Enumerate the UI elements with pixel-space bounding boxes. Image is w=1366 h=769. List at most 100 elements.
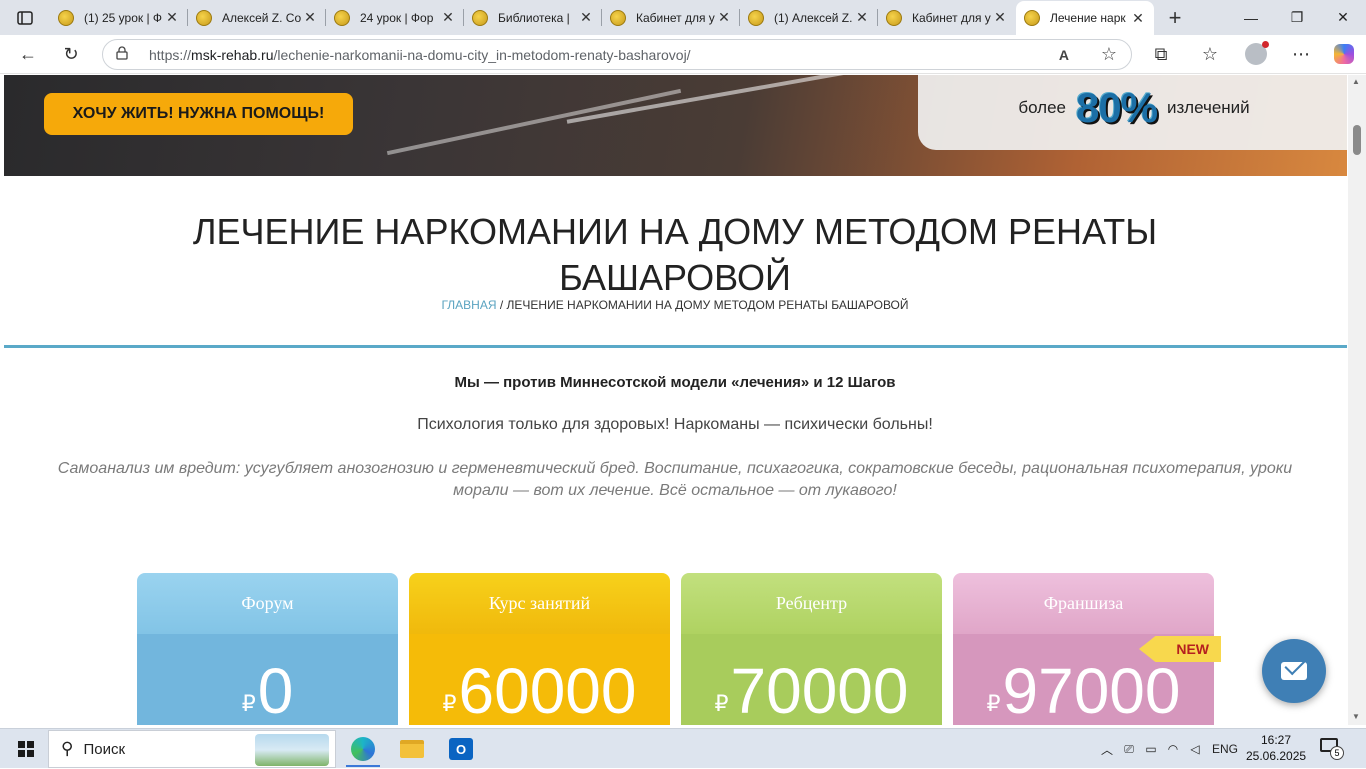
taskbar: ⚲ Поиск O ︿ ⎚ ▭ ◠ ◁ ENG 16:27 25.06.2025… (0, 728, 1366, 768)
breadcrumb-separator: / (496, 298, 507, 312)
price-value: 0 (257, 655, 294, 725)
pricing-card[interactable]: Форум ₽0 (137, 573, 398, 725)
tray-icons: ︿ ⎚ ▭ ◠ ◁ ENG (1096, 729, 1238, 769)
maximize-button[interactable]: ❐ (1274, 0, 1320, 35)
favorites-icon: ☆ (1201, 43, 1219, 64)
browser-tab[interactable]: Кабинет для у ✕ (878, 0, 1016, 35)
scrollbar-thumb[interactable] (1353, 125, 1361, 155)
browser-tab[interactable]: (1) Алексей Z. ✕ (740, 0, 878, 35)
back-button[interactable]: ← (10, 38, 46, 70)
mail-icon (1281, 662, 1307, 680)
more-button[interactable]: ⋯ (1283, 38, 1319, 70)
meet-now-icon[interactable]: ⎚ (1118, 742, 1140, 757)
page-scrollbar[interactable]: ▲ ▼ (1348, 75, 1366, 725)
new-tab-button[interactable]: + (1154, 0, 1196, 35)
clock[interactable]: 16:27 25.06.2025 (1246, 732, 1306, 764)
favorites-button[interactable]: ☆ (1192, 38, 1228, 70)
taskbar-outlook[interactable]: O (438, 731, 484, 767)
reload-button[interactable]: ↻ (53, 38, 89, 70)
tray-chevron-icon[interactable]: ︿ (1096, 741, 1118, 758)
pricing-card-price: ₽70000 (681, 656, 942, 725)
stat-value: 80% (1075, 83, 1158, 131)
pricing-card[interactable]: Курс занятий ₽60000 (409, 573, 670, 725)
price-value: 60000 (458, 655, 637, 725)
tab-actions-icon (17, 10, 33, 25)
currency-symbol: ₽ (442, 691, 457, 716)
battery-icon[interactable]: ▭ (1140, 742, 1162, 756)
more-icon: ⋯ (1292, 43, 1310, 64)
section-divider (4, 345, 1347, 348)
site-favicon-icon (58, 9, 74, 26)
file-explorer-icon (400, 740, 424, 758)
browser-tab[interactable]: Кабинет для у ✕ (602, 0, 740, 35)
price-value: 70000 (730, 655, 909, 725)
minimize-button[interactable]: — (1228, 0, 1274, 35)
hero-banner: ХОЧУ ЖИТЬ! НУЖНА ПОМОЩЬ! более 80% излеч… (4, 75, 1347, 176)
back-icon: ← (19, 43, 37, 64)
tab-title: Лечение нарк (1050, 11, 1126, 25)
extensions-button[interactable]: ⧉ (1143, 38, 1179, 70)
url-text[interactable]: https://msk-rehab.ru/lechenie-narkomanii… (149, 47, 691, 63)
tab-title: Кабинет для у (636, 10, 715, 25)
tab-close-icon[interactable]: ✕ (992, 9, 1008, 26)
scroll-up-icon[interactable]: ▲ (1352, 77, 1360, 86)
windows-logo-icon (18, 741, 34, 757)
search-placeholder: Поиск (83, 740, 126, 758)
tab-close-icon[interactable]: ✕ (578, 9, 594, 26)
window-close-button[interactable]: ✕ (1320, 0, 1366, 35)
start-button[interactable] (6, 729, 46, 769)
language-indicator[interactable]: ENG (1212, 742, 1238, 756)
notification-center-button[interactable]: 5 (1320, 738, 1344, 760)
copilot-icon (1334, 44, 1354, 64)
breadcrumb: ГЛАВНАЯ / ЛЕЧЕНИЕ НАРКОМАНИИ НА ДОМУ МЕТ… (100, 298, 1250, 312)
site-favicon-icon (472, 9, 488, 26)
tab-close-icon[interactable]: ✕ (440, 9, 456, 26)
help-cta-button[interactable]: ХОЧУ ЖИТЬ! НУЖНА ПОМОЩЬ! (44, 93, 353, 135)
wifi-icon[interactable]: ◠ (1162, 742, 1184, 756)
taskbar-search[interactable]: ⚲ Поиск (48, 730, 336, 768)
pricing-card-price: ₽97000 (953, 656, 1214, 725)
tab-close-icon[interactable]: ✕ (1130, 10, 1146, 27)
tab-title: 24 урок | Фор (360, 10, 434, 25)
tab-title: Кабинет для у (912, 10, 991, 25)
search-icon: ⚲ (61, 739, 74, 758)
pricing-card[interactable]: Ребцентр ₽70000 (681, 573, 942, 725)
clock-time: 16:27 (1260, 733, 1292, 747)
profile-button[interactable] (1238, 38, 1274, 70)
browser-toolbar: ← ↻ https://msk-rehab.ru/lechenie-narkom… (0, 35, 1366, 74)
tab-close-icon[interactable]: ✕ (716, 9, 732, 26)
intro-heading: Мы — против Миннесотской модели «лечения… (454, 374, 896, 391)
site-info-icon[interactable] (115, 46, 139, 63)
pricing-card-title: Ребцентр (681, 573, 942, 634)
address-bar[interactable]: https://msk-rehab.ru/lechenie-narkomanii… (102, 39, 1132, 70)
cure-rate-stat: более 80% излечений (918, 75, 1347, 150)
taskbar-edge[interactable] (340, 731, 386, 767)
browser-tab[interactable]: Библиотека | ✕ (464, 0, 602, 35)
breadcrumb-home-link[interactable]: ГЛАВНАЯ (441, 298, 496, 312)
scroll-down-icon[interactable]: ▼ (1352, 712, 1360, 721)
browser-tab[interactable]: 24 урок | Фор ✕ (326, 0, 464, 35)
volume-icon[interactable]: ◁ (1184, 742, 1206, 756)
contact-mail-button[interactable] (1262, 639, 1326, 703)
pricing-card-title: Курс занятий (409, 573, 670, 634)
tab-close-icon[interactable]: ✕ (854, 9, 870, 26)
taskbar-explorer[interactable] (389, 731, 435, 767)
browser-tab[interactable]: Алексей Z. Со ✕ (188, 0, 326, 35)
currency-symbol: ₽ (714, 691, 729, 716)
read-aloud-icon[interactable]: A (1059, 47, 1069, 63)
browser-tab[interactable]: Лечение нарк ✕ (1016, 1, 1154, 35)
copilot-button[interactable] (1326, 38, 1362, 70)
tab-close-icon[interactable]: ✕ (164, 9, 180, 26)
site-favicon-icon (1024, 10, 1040, 26)
breadcrumb-current: ЛЕЧЕНИЕ НАРКОМАНИИ НА ДОМУ МЕТОДОМ РЕНАТ… (506, 298, 909, 312)
extensions-icon: ⧉ (1154, 43, 1168, 64)
avatar (1245, 41, 1269, 65)
tab-actions-button[interactable] (0, 0, 50, 35)
favorite-star-icon[interactable]: ☆ (1101, 44, 1117, 65)
tab-title: Алексей Z. Со (222, 10, 302, 25)
clock-date: 25.06.2025 (1246, 749, 1307, 763)
site-favicon-icon (334, 9, 350, 26)
tab-strip: (1) 25 урок | Ф ✕ Алексей Z. Со ✕ 24 урок | … (0, 0, 1366, 35)
tab-close-icon[interactable]: ✕ (302, 9, 318, 26)
browser-tab[interactable]: (1) 25 урок | Ф ✕ (50, 0, 188, 35)
